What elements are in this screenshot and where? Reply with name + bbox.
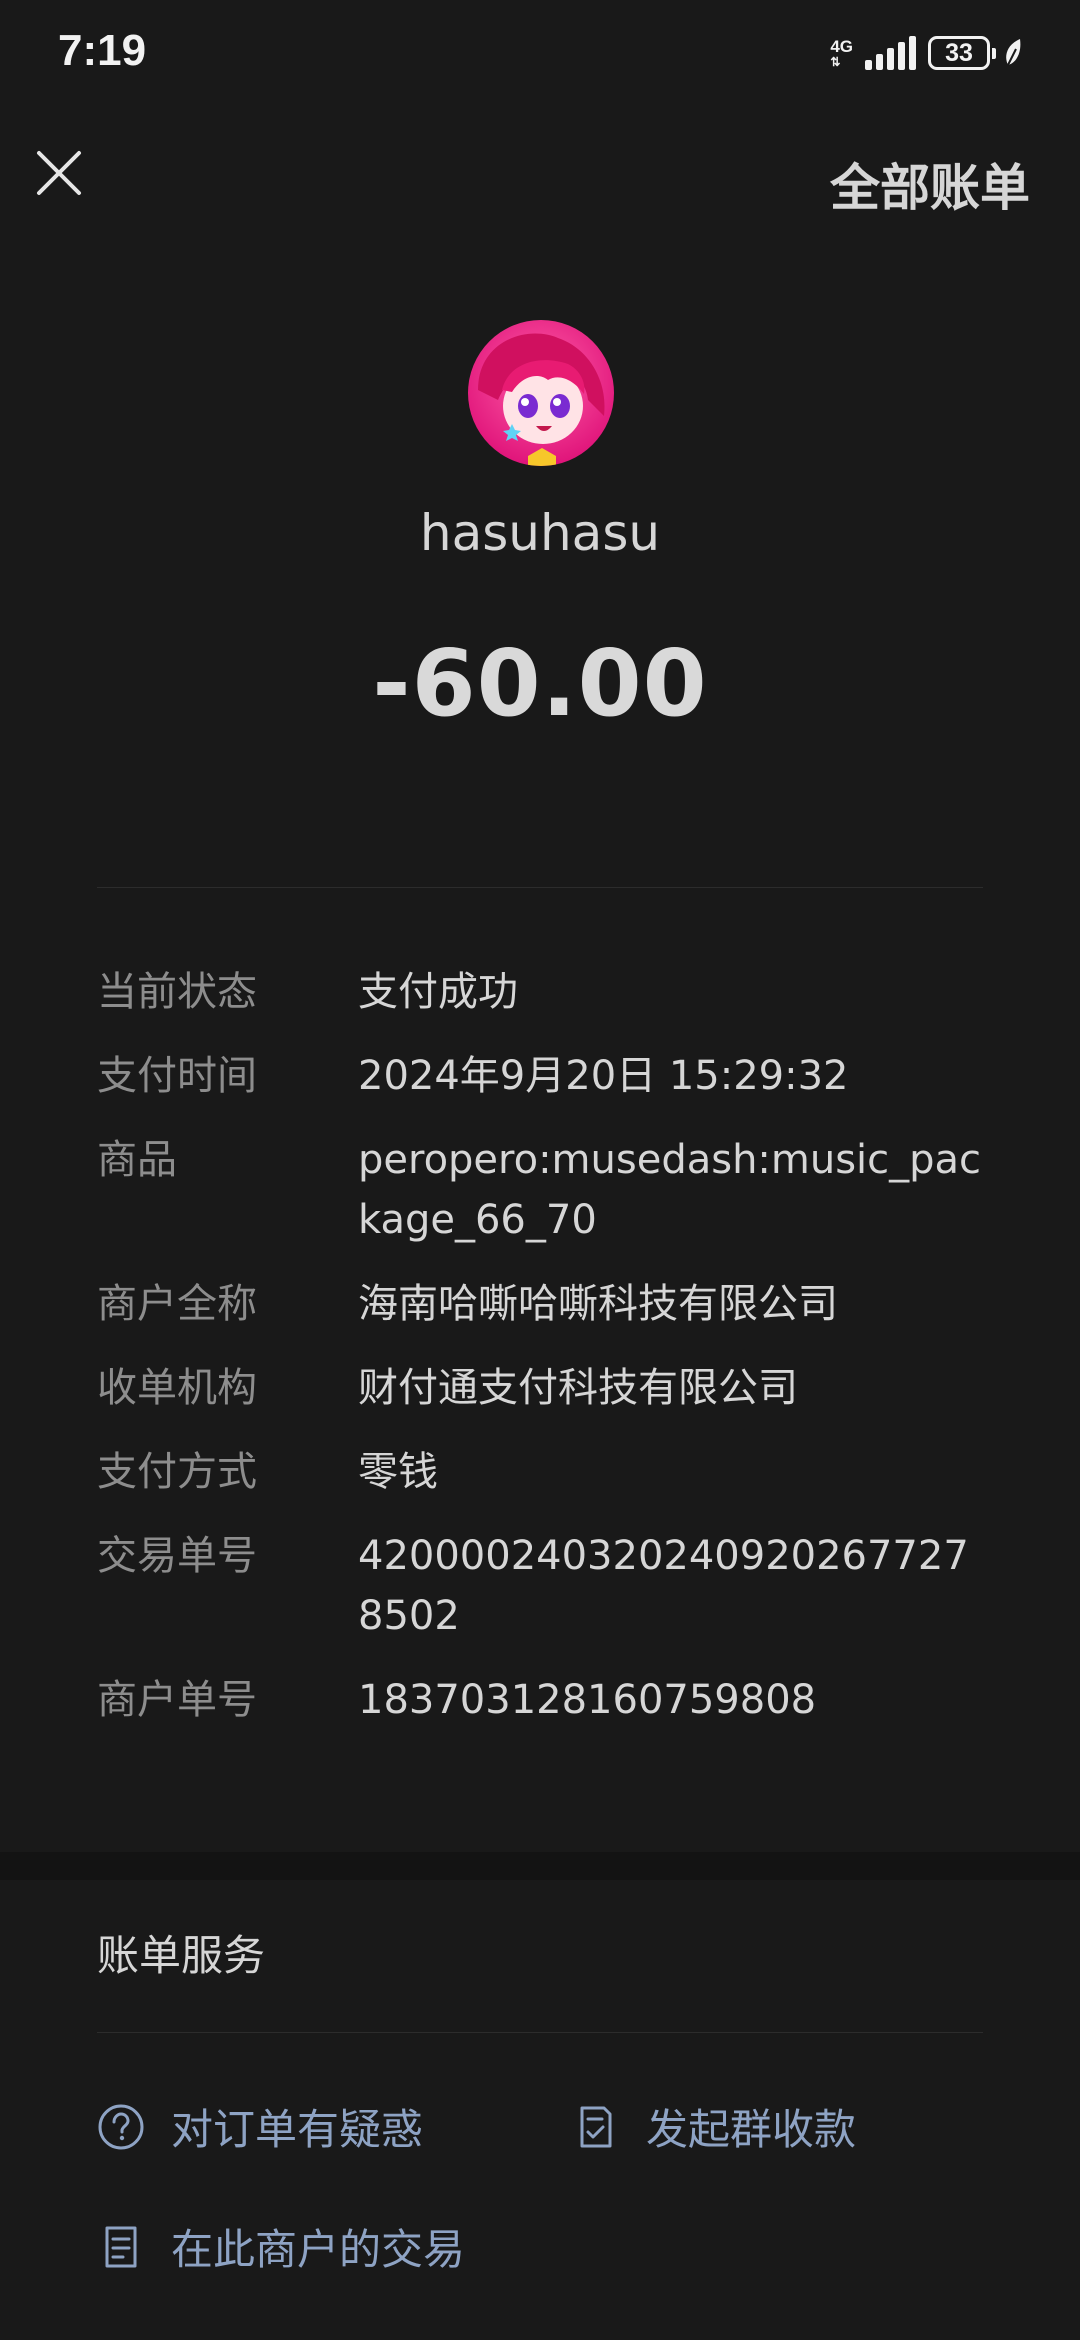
detail-row-transaction-id: 交易单号 4200002403202409202677278502 xyxy=(97,1526,997,1646)
payment-amount: -60.00 xyxy=(372,630,708,737)
close-icon xyxy=(37,151,81,195)
detail-label: 商户单号 xyxy=(97,1677,257,1723)
anime-character-avatar xyxy=(468,320,614,466)
group-collection-link[interactable]: 发起群收款 xyxy=(572,2096,856,2157)
avatar xyxy=(468,320,614,466)
detail-row-product: 商品 peropero:musedash:music_package_66_70 xyxy=(97,1130,997,1250)
detail-value: 支付成功 xyxy=(358,969,518,1015)
battery-icon: 33 xyxy=(928,36,996,70)
detail-value: 财付通支付科技有限公司 xyxy=(358,1365,798,1411)
all-bills-link[interactable]: 全部账单 xyxy=(830,148,1030,220)
detail-value: 零钱 xyxy=(358,1449,438,1495)
detail-label: 当前状态 xyxy=(97,969,257,1015)
detail-value: peropero:musedash:music_package_66_70 xyxy=(358,1137,982,1243)
divider xyxy=(97,2032,983,2033)
detail-label: 商户全称 xyxy=(97,1281,257,1327)
order-question-link[interactable]: 对订单有疑惑 xyxy=(97,2096,423,2157)
detail-row-merchant-full-name: 商户全称 海南哈嘶哈嘶科技有限公司 xyxy=(97,1274,997,1334)
clipboard-check-icon xyxy=(572,2103,620,2151)
detail-label: 支付方式 xyxy=(97,1449,257,1495)
section-separator xyxy=(0,1852,1080,1880)
detail-value: 海南哈嘶哈嘶科技有限公司 xyxy=(358,1281,838,1327)
transaction-details: 当前状态 支付成功 支付时间 2024年9月20日 15:29:32 商品 pe… xyxy=(97,962,997,1754)
battery-level: 33 xyxy=(945,38,973,67)
order-question-label: 对订单有疑惑 xyxy=(171,2105,424,2154)
data-arrows-icon: ⇅ xyxy=(830,55,841,69)
network-indicator: 4G ⇅ xyxy=(830,37,853,69)
merchant-transactions-link[interactable]: 在此商户的交易 xyxy=(97,2216,465,2277)
detail-value: 2024年9月20日 15:29:32 xyxy=(358,1053,849,1099)
network-type-label: 4G xyxy=(830,37,853,56)
detail-value: 183703128160759808 xyxy=(358,1677,817,1723)
detail-label: 商品 xyxy=(97,1137,177,1183)
detail-row-payment-time: 支付时间 2024年9月20日 15:29:32 xyxy=(97,1046,997,1106)
detail-row-merchant-order-id: 商户单号 183703128160759808 xyxy=(97,1670,997,1730)
detail-row-status: 当前状态 支付成功 xyxy=(97,962,997,1022)
status-icons: 4G ⇅ 33 xyxy=(830,30,1024,76)
document-icon xyxy=(97,2223,145,2271)
detail-row-acquirer: 收单机构 财付通支付科技有限公司 xyxy=(97,1358,997,1418)
merchant-name: hasuhasu xyxy=(419,504,661,562)
status-bar: 7:19 4G ⇅ 33 xyxy=(0,0,1080,110)
detail-label: 交易单号 xyxy=(97,1533,257,1579)
detail-row-payment-method: 支付方式 零钱 xyxy=(97,1442,997,1502)
signal-icon xyxy=(865,36,916,70)
detail-value: 4200002403202409202677278502 xyxy=(358,1533,969,1639)
leaf-icon xyxy=(1006,39,1021,66)
status-time: 7:19 xyxy=(58,26,147,75)
detail-label: 支付时间 xyxy=(97,1053,257,1099)
bill-service-title: 账单服务 xyxy=(97,1931,266,1980)
divider xyxy=(97,887,983,888)
merchant-transactions-label: 在此商户的交易 xyxy=(171,2225,466,2274)
group-collection-label: 发起群收款 xyxy=(646,2105,857,2154)
close-button[interactable] xyxy=(28,142,90,204)
question-circle-icon xyxy=(97,2103,145,2151)
detail-label: 收单机构 xyxy=(97,1365,257,1411)
